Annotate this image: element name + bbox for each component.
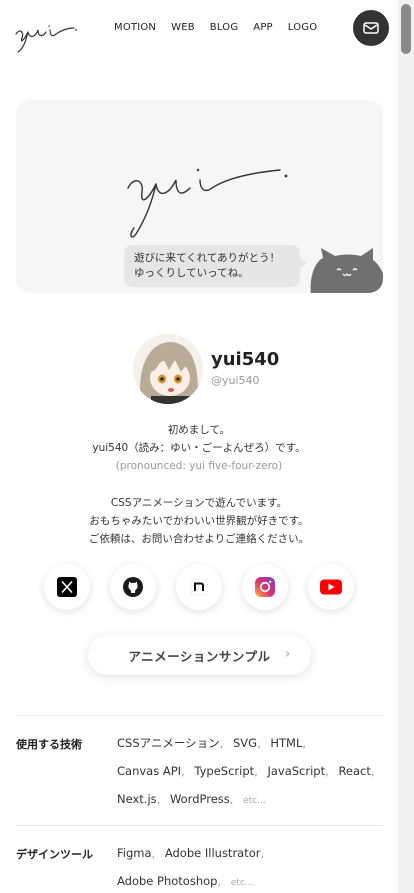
intro-greeting: 初めまして。 xyxy=(167,424,231,436)
social-note[interactable] xyxy=(176,564,222,610)
tech-label: 使用する技術 xyxy=(16,738,82,751)
mail-icon xyxy=(363,22,379,34)
design-line-1: Figma, Adobe Illustrator, xyxy=(117,846,265,860)
intro-pronounced: (pronounced: yui five-four-zero) xyxy=(115,460,283,472)
design-list: Figma, Adobe Illustrator, Adobe Photosho… xyxy=(117,839,387,893)
social-links xyxy=(44,564,354,610)
social-x[interactable] xyxy=(44,564,90,610)
tech-line-3: Next.js, WordPress, etc... xyxy=(117,792,266,806)
tech-item: Next.js xyxy=(117,792,157,806)
intro-reading: yui540（読み：ゆい・ごーよんぜろ）です。 xyxy=(92,442,306,454)
header: MOTION WEB BLOG APP LOGO xyxy=(0,0,398,60)
intro-block: 初めまして。 yui540（読み：ゆい・ごーよんぜろ）です。 (pronounc… xyxy=(0,421,398,475)
contact-button[interactable] xyxy=(353,10,389,46)
animation-sample-label: アニメーションサンプル xyxy=(128,648,271,664)
tech-item: SVG xyxy=(232,736,258,750)
bubble-tail xyxy=(299,257,307,269)
nav-app[interactable]: APP xyxy=(253,22,273,33)
tech-item: HTML xyxy=(270,736,303,750)
desc-line-3: ご依頼は、お問い合わせよりご連絡ください。 xyxy=(88,533,310,545)
profile-name: yui540 xyxy=(211,349,280,370)
main-nav: MOTION WEB BLOG APP LOGO xyxy=(114,22,317,33)
cat-mascot-icon xyxy=(310,248,383,293)
bubble-line-1: 遊びに来てくれてありがとう！ xyxy=(134,252,281,264)
instagram-icon xyxy=(255,577,275,597)
tech-etc: etc... xyxy=(243,796,266,806)
desc-line-1: CSSアニメーションで遊んでいます。 xyxy=(110,497,288,509)
social-github[interactable] xyxy=(110,564,156,610)
bubble-line-2: ゆっくりしていってね。 xyxy=(134,267,249,279)
tech-line-1: CSSアニメーション, SVG, HTML, xyxy=(117,736,307,750)
github-icon xyxy=(123,577,143,597)
youtube-icon xyxy=(320,579,342,595)
page: MOTION WEB BLOG APP LOGO 遊びに来てくれてありがとう！ … xyxy=(0,0,398,893)
animation-sample-button[interactable]: アニメーションサンプル › xyxy=(88,635,311,675)
tech-item: Canvas API xyxy=(117,764,182,778)
site-logo[interactable] xyxy=(14,20,78,54)
tech-item: TypeScript xyxy=(194,764,255,778)
note-icon xyxy=(190,578,208,596)
nav-motion[interactable]: MOTION xyxy=(114,22,156,33)
design-line-2: Adobe Photoshop, etc... xyxy=(117,874,254,888)
signature-logo xyxy=(127,168,288,238)
social-instagram[interactable] xyxy=(242,564,288,610)
nav-blog[interactable]: BLOG xyxy=(210,22,239,33)
design-item: Adobe Illustrator xyxy=(164,846,261,860)
avatar xyxy=(133,334,203,404)
tech-item: WordPress xyxy=(169,792,230,806)
design-label: デザインツール xyxy=(16,848,93,861)
tech-line-2: Canvas API, TypeScript, JavaScript, Reac… xyxy=(117,764,375,778)
chevron-right-icon: › xyxy=(284,646,291,662)
x-icon xyxy=(57,577,77,597)
nav-logo[interactable]: LOGO xyxy=(288,22,318,33)
avatar-illustration xyxy=(133,334,203,404)
nav-web[interactable]: WEB xyxy=(171,22,195,33)
profile-handle: @yui540 xyxy=(211,374,260,387)
scrollbar-thumb[interactable] xyxy=(401,4,411,54)
tech-list: CSSアニメーション, SVG, HTML, Canvas API, TypeS… xyxy=(117,729,387,815)
description-block: CSSアニメーションで遊んでいます。 おもちゃみたいでかわいい世界観が好きです。… xyxy=(0,494,398,548)
scrollbar[interactable] xyxy=(398,0,414,893)
tech-item: React xyxy=(338,764,371,778)
hero-card: 遊びに来てくれてありがとう！ ゆっくりしていってね。 xyxy=(16,100,383,293)
design-item: Adobe Photoshop xyxy=(117,874,218,888)
social-youtube[interactable] xyxy=(308,564,354,610)
design-item: Figma xyxy=(117,846,152,860)
divider xyxy=(16,825,383,826)
tech-item: JavaScript xyxy=(267,764,326,778)
design-etc: etc... xyxy=(230,878,254,888)
tech-item: CSSアニメーション xyxy=(117,736,220,750)
divider xyxy=(16,715,383,716)
speech-bubble: 遊びに来てくれてありがとう！ ゆっくりしていってね。 xyxy=(124,245,300,287)
desc-line-2: おもちゃみたいでかわいい世界観が好きです。 xyxy=(89,515,309,527)
